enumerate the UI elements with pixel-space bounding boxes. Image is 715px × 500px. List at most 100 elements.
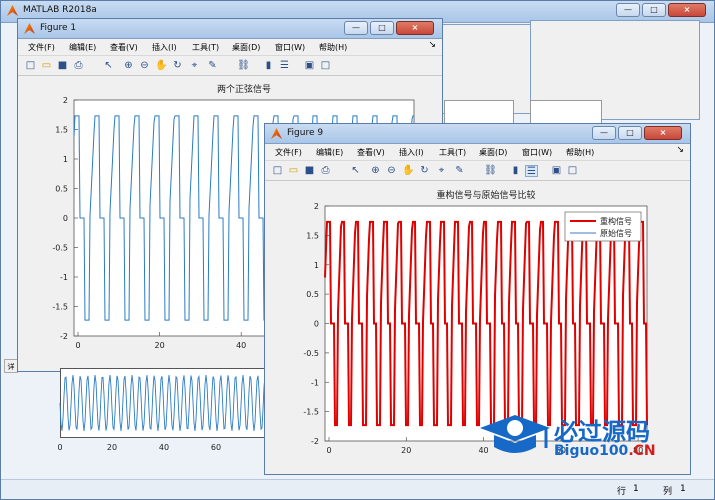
figure-9-menu-view[interactable]: 查看(V)	[357, 147, 385, 158]
figure-9-y-tick-label: 1.5	[306, 231, 319, 240]
brush-icon[interactable]: ✎	[453, 165, 466, 177]
figure-1-title: Figure 1	[40, 23, 77, 33]
data-cursor-icon[interactable]: ⌖	[188, 60, 201, 72]
save-icon[interactable]: ■	[56, 60, 69, 72]
legend-icon[interactable]: ☰	[525, 165, 538, 177]
figure-1-menu-dock-icon[interactable]: ↘	[428, 40, 436, 50]
figure-9-menu-tools[interactable]: 工具(T)	[439, 147, 466, 158]
figure-9-menu-window[interactable]: 窗口(W)	[522, 147, 552, 158]
background-x-tick-label: 40	[159, 443, 169, 452]
pan-icon[interactable]: ✋	[402, 165, 415, 177]
figure-1-title-bar: Figure 1 — □ ×	[18, 19, 442, 39]
link-icon[interactable]: ⛓	[237, 60, 250, 72]
figure-1-menu-window[interactable]: 窗口(W)	[275, 42, 305, 53]
colorbar-icon[interactable]: ▮	[262, 60, 275, 72]
background-second-plot-svg: 0-0.5-10204060	[57, 374, 267, 452]
save-icon[interactable]: ■	[303, 165, 316, 177]
figure-1-menu-view[interactable]: 查看(V)	[110, 42, 138, 53]
figure-9-y-tick-label: 0.5	[306, 290, 319, 299]
figure-1-close-button[interactable]: ×	[396, 21, 434, 35]
figure-9-menu-dock-icon[interactable]: ↘	[676, 145, 684, 155]
figure-9-y-tick-label: -1	[311, 378, 319, 387]
figure-9-menu-file[interactable]: 文件(F)	[275, 147, 302, 158]
pan-icon[interactable]: ✋	[155, 60, 168, 72]
figure-9-menu-help[interactable]: 帮助(H)	[566, 147, 594, 158]
figure-1-y-tick-label: 0.5	[55, 185, 68, 194]
status-bar: 行 1 列 1	[1, 479, 714, 499]
figure-9-title-bar: Figure 9 — □ ×	[265, 124, 690, 144]
status-row-value: 1	[633, 484, 639, 494]
figure-9-y-tick-label: 1	[314, 261, 319, 270]
figure-9-menu-desktop[interactable]: 桌面(D)	[479, 147, 507, 158]
figure-9-close-button[interactable]: ×	[644, 126, 682, 140]
figure-1-menu-desktop[interactable]: 桌面(D)	[232, 42, 260, 53]
colorbar-icon[interactable]: ▮	[509, 165, 522, 177]
zoom-out-icon[interactable]: ⊖	[138, 60, 151, 72]
status-col-label: 列	[663, 487, 673, 497]
figure-1-menu-insert[interactable]: 插入(I)	[152, 42, 177, 53]
new-figure-icon[interactable]: □	[24, 60, 37, 72]
figure-1-y-tick-label: -2	[60, 332, 68, 341]
left-tab: 详	[4, 359, 18, 373]
data-cursor-icon[interactable]: ⌖	[435, 165, 448, 177]
figure-9-menu-edit[interactable]: 编辑(E)	[316, 147, 343, 158]
figure-1-menu-help[interactable]: 帮助(H)	[319, 42, 347, 53]
figure-9-x-tick-label: 20	[401, 446, 411, 455]
open-file-icon[interactable]: ▭	[287, 165, 300, 177]
status-row-label: 行	[617, 487, 627, 497]
figure-9-y-tick-label: -2	[311, 437, 319, 446]
legend-original-label: 原始信号	[600, 228, 632, 238]
pointer-icon[interactable]: ↖	[102, 60, 115, 72]
open-file-icon[interactable]: ▭	[40, 60, 53, 72]
hide-plot-tools-icon[interactable]: ▣	[303, 60, 316, 72]
watermark-brand-en-suffix: .CN	[628, 443, 656, 459]
maximize-button[interactable]: □	[642, 3, 666, 17]
figure-1-y-tick-label: -1.5	[52, 303, 68, 312]
watermark-brand-en: Biguo100.CN	[554, 443, 656, 459]
figure-9-y-tick-label: 0	[314, 320, 319, 329]
figure-1-menu-edit[interactable]: 编辑(E)	[69, 42, 96, 53]
figure-9-y-tick-label: -0.5	[303, 349, 319, 358]
legend-icon[interactable]: ☰	[278, 60, 291, 72]
figure-9-menu-bar: 文件(F) 编辑(E) 查看(V) 插入(I) 工具(T) 桌面(D) 窗口(W…	[265, 145, 690, 160]
watermark-brand-cn: 必过源码	[554, 418, 650, 446]
zoom-out-icon[interactable]: ⊖	[385, 165, 398, 177]
pointer-icon[interactable]: ↖	[349, 165, 362, 177]
print-icon[interactable]: ⎙	[319, 165, 332, 177]
biguo-watermark: 必过源码 Biguo100.CN	[476, 410, 682, 464]
show-plot-tools-icon[interactable]: □	[566, 165, 579, 177]
zoom-in-icon[interactable]: ⊕	[369, 165, 382, 177]
figure-1-x-tick-label: 0	[75, 341, 80, 350]
figure-1-chart-title: 两个正弦信号	[217, 83, 271, 95]
rotate-icon[interactable]: ↻	[418, 165, 431, 177]
figure-9-y-tick-label: -1.5	[303, 408, 319, 417]
print-icon[interactable]: ⎙	[72, 60, 85, 72]
rotate-icon[interactable]: ↻	[171, 60, 184, 72]
legend-reconstructed-label: 重构信号	[600, 216, 632, 226]
show-plot-tools-icon[interactable]: □	[319, 60, 332, 72]
figure-1-maximize-button[interactable]: □	[370, 21, 394, 35]
hide-plot-tools-icon[interactable]: ▣	[550, 165, 563, 177]
minimize-button[interactable]: —	[616, 3, 640, 17]
main-window-title: MATLAB R2018a	[23, 5, 97, 15]
figure-1-menu-bar: 文件(F) 编辑(E) 查看(V) 插入(I) 工具(T) 桌面(D) 窗口(W…	[18, 40, 442, 55]
figure-1-minimize-button[interactable]: —	[344, 21, 368, 35]
close-button[interactable]: ×	[668, 3, 706, 17]
figure-1-y-tick-label: 0	[63, 214, 68, 223]
link-icon[interactable]: ⛓	[484, 165, 497, 177]
figure-9-title: Figure 9	[287, 128, 324, 138]
figure-1-menu-file[interactable]: 文件(F)	[28, 42, 55, 53]
new-figure-icon[interactable]: □	[271, 165, 284, 177]
figure-1-y-tick-label: 1	[63, 155, 68, 164]
figure-9-menu-insert[interactable]: 插入(I)	[399, 147, 424, 158]
figure-1-menu-tools[interactable]: 工具(T)	[192, 42, 219, 53]
figure-9-minimize-button[interactable]: —	[592, 126, 616, 140]
figure-1-x-tick-label: 40	[236, 341, 246, 350]
figure-1-x-tick-label: 20	[155, 341, 165, 350]
brush-icon[interactable]: ✎	[206, 60, 219, 72]
figure-9-maximize-button[interactable]: □	[618, 126, 642, 140]
background-x-tick-label: 0	[57, 443, 62, 452]
watermark-brand-en-main: Biguo100	[554, 443, 629, 459]
zoom-in-icon[interactable]: ⊕	[122, 60, 135, 72]
figure-1-y-tick-label: -1	[60, 273, 68, 282]
